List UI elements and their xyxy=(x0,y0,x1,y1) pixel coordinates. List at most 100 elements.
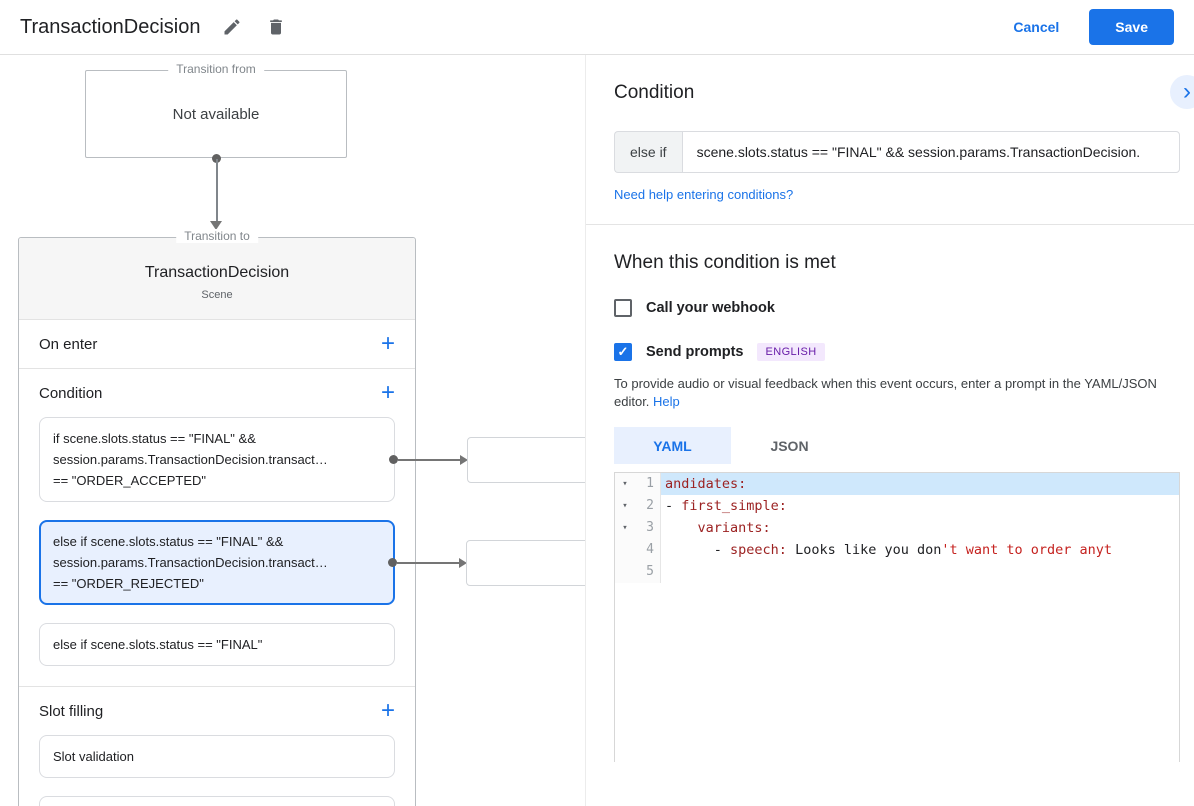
check-icon: ✓ xyxy=(617,344,629,359)
connector-line xyxy=(397,561,459,564)
slot-filling-section-header: Slot filling + xyxy=(39,687,395,735)
line-number: 5 xyxy=(646,564,654,579)
prompts-description-text: To provide audio or visual feedback when… xyxy=(614,376,1157,409)
condition-text: == "ORDER_ACCEPTED" xyxy=(53,473,206,488)
condition-card-order-accepted[interactable]: if scene.slots.status == "FINAL" && sess… xyxy=(39,417,585,502)
editor-tabs: YAML JSON xyxy=(614,427,1180,464)
editor-gutter: 5 xyxy=(615,561,661,583)
code-editor[interactable]: ▾ 1 andidates: ▾ 2 - first_simple: ▾ 3 v… xyxy=(614,472,1180,762)
code-text: variants: xyxy=(697,520,771,536)
condition-text: == "ORDER_REJECTED" xyxy=(53,576,204,591)
connector-to-target xyxy=(388,557,467,568)
editor-gutter: ▾ 2 xyxy=(615,495,661,517)
transition-target-box-1[interactable] xyxy=(467,436,585,483)
connector-line xyxy=(215,159,218,221)
connector-dot xyxy=(388,558,397,567)
delete-scene-button[interactable] xyxy=(264,15,288,39)
panel-title: Condition xyxy=(614,82,695,103)
code-line: ▾ 3 variants: xyxy=(615,517,1179,539)
condition-card-order-rejected[interactable]: else if scene.slots.status == "FINAL" &&… xyxy=(39,520,585,605)
condition-text: session.params.TransactionDecision.trans… xyxy=(53,452,328,467)
slot-validation-card[interactable]: Slot validation xyxy=(39,735,395,778)
transition-to-legend: Transition to xyxy=(176,229,258,243)
add-slot-button[interactable]: + xyxy=(381,699,395,723)
scene-type-label: Scene xyxy=(201,289,233,301)
scene-name: TransactionDecision xyxy=(144,264,290,281)
on-enter-section: On enter + xyxy=(19,320,415,368)
when-met-title: When this condition is met xyxy=(614,252,836,273)
trash-icon xyxy=(266,19,286,40)
condition-type-chip: else if xyxy=(614,131,682,173)
cancel-button[interactable]: Cancel xyxy=(1013,19,1059,35)
panel-header: Condition › xyxy=(586,55,1194,109)
flow-canvas: Transition from Not available Transition… xyxy=(0,55,585,806)
condition-section-label: Condition xyxy=(39,384,103,402)
transition-from-value: Not available xyxy=(172,105,260,123)
line-number: 4 xyxy=(646,542,654,557)
scene-header: TransactionDecision Scene xyxy=(19,238,415,320)
connector-to-target xyxy=(389,454,468,465)
tab-json[interactable]: JSON xyxy=(731,427,848,464)
condition-detail-panel: Condition › else if Need help entering c… xyxy=(585,55,1194,806)
save-button[interactable]: Save xyxy=(1089,9,1174,45)
webhook-row[interactable]: Call your webhook xyxy=(614,299,1166,317)
partially-visible-card[interactable] xyxy=(39,796,395,806)
slot-filling-label: Slot filling xyxy=(39,702,104,720)
line-number: 3 xyxy=(646,520,654,535)
connector-line xyxy=(398,458,460,461)
panel-divider xyxy=(586,224,1194,225)
edit-title-button[interactable] xyxy=(220,15,244,39)
send-prompts-row[interactable]: ✓ Send prompts ENGLISH xyxy=(614,343,1166,361)
scene-card: Transition to TransactionDecision Scene … xyxy=(18,229,585,806)
condition-text: if scene.slots.status == "FINAL" && xyxy=(53,431,256,446)
code-text: - speech: Looks like you don't want to o… xyxy=(665,542,1113,558)
tab-yaml[interactable]: YAML xyxy=(614,427,731,464)
condition-card-final[interactable]: else if scene.slots.status == "FINAL" xyxy=(39,623,395,666)
transition-target-box-2[interactable] xyxy=(466,539,585,586)
code-text: - first_simple: xyxy=(665,498,787,514)
condition-expression-row: else if xyxy=(614,131,1180,173)
fold-arrow-icon[interactable]: ▾ xyxy=(615,473,635,495)
editor-gutter: ▾ 1 xyxy=(615,473,661,495)
fold-arrow-icon[interactable]: ▾ xyxy=(615,495,635,517)
code-line: ▾ 1 andidates: xyxy=(615,473,1179,495)
page-title: TransactionDecision xyxy=(20,15,201,38)
line-number: 1 xyxy=(646,476,654,491)
code-text: andidates: xyxy=(661,473,1179,495)
add-condition-button[interactable]: + xyxy=(381,381,395,405)
topbar: TransactionDecision Cancel Save xyxy=(0,0,1194,55)
webhook-checkbox[interactable] xyxy=(614,299,632,317)
chevron-right-icon: › xyxy=(1183,78,1191,105)
collapse-panel-button[interactable]: › xyxy=(1170,75,1194,109)
send-prompts-label: Send prompts xyxy=(646,344,744,360)
pencil-icon xyxy=(222,19,242,40)
slot-validation-label: Slot validation xyxy=(53,749,134,764)
condition-section-header: Condition + xyxy=(39,369,395,417)
code-line: 4 - speech: Looks like you don't want to… xyxy=(615,539,1179,561)
condition-expression-input[interactable] xyxy=(681,131,1180,173)
app-root: TransactionDecision Cancel Save Transiti… xyxy=(0,0,1194,806)
line-number: 2 xyxy=(646,498,654,513)
condition-help-link[interactable]: Need help entering conditions? xyxy=(614,187,793,202)
condition-text: else if scene.slots.status == "FINAL" xyxy=(53,637,263,652)
transition-from-legend: Transition from xyxy=(168,62,264,76)
condition-text: session.params.TransactionDecision.trans… xyxy=(53,555,328,570)
add-on-enter-button[interactable]: + xyxy=(381,332,395,356)
connector-dot xyxy=(389,455,398,464)
editor-gutter: ▾ 3 xyxy=(615,517,661,539)
code-line: 5 xyxy=(615,561,1179,583)
prompts-description: To provide audio or visual feedback when… xyxy=(614,375,1166,411)
language-badge: ENGLISH xyxy=(757,343,825,361)
fold-arrow-icon[interactable]: ▾ xyxy=(615,517,635,539)
condition-text: else if scene.slots.status == "FINAL" && xyxy=(53,534,284,549)
webhook-label: Call your webhook xyxy=(646,300,775,316)
condition-section: Condition + if scene.slots.status == "FI… xyxy=(19,368,585,686)
code-line: ▾ 2 - first_simple: xyxy=(615,495,1179,517)
editor-gutter: 4 xyxy=(615,539,661,561)
send-prompts-checkbox[interactable]: ✓ xyxy=(614,343,632,361)
on-enter-label: On enter xyxy=(39,335,98,353)
prompts-help-link[interactable]: Help xyxy=(653,394,680,409)
